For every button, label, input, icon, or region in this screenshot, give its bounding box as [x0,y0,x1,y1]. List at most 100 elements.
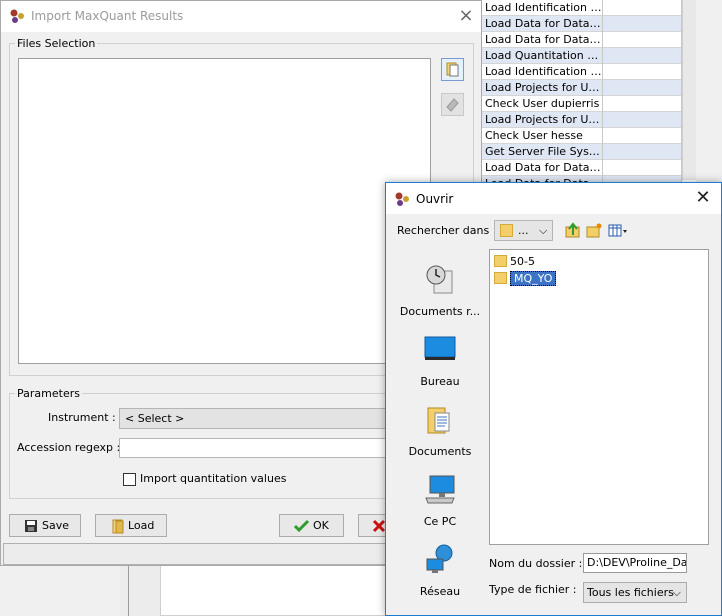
folder-name-label: Nom du dossier : [489,557,583,570]
accession-regexp-label: Accession regexp : [17,441,121,454]
task-name: Get Server File Syste... [482,144,603,160]
place-label: Ce PC [423,515,457,528]
instrument-label: Instrument : [48,411,116,424]
proline-logo-icon [10,9,24,23]
chevron-down-icon: ⌵ [539,224,548,237]
proline-logo-icon [395,192,409,206]
ok-label: OK [313,519,329,532]
chevron-down-icon: ⌵ [672,586,681,599]
place-label: Réseau [419,585,461,598]
task-row[interactable]: Load Identification Da... [482,0,682,16]
new-folder-icon[interactable] [586,222,602,239]
network-icon [426,544,453,573]
file-name: MQ_YO [510,271,557,286]
task-row[interactable]: Load Data for Datase... [482,160,682,176]
checkmark-icon [294,519,309,533]
task-name: Load Projects for Use... [482,112,603,128]
task-status [604,144,682,160]
task-row[interactable]: Get Server File Syste... [482,144,682,160]
load-label: Load [128,519,155,532]
import-quantitation-label: Import quantitation values [140,472,287,485]
view-menu-icon[interactable] [608,222,630,239]
task-status [604,96,682,112]
place-computer[interactable]: Ce PC [394,469,486,539]
cancel-icon [372,519,386,533]
documents-icon [427,407,450,434]
add-file-button[interactable] [441,58,464,81]
place-label: Documents r... [399,305,481,318]
task-name: Load Identification Da... [482,0,603,16]
dialog-title: Import MaxQuant Results [31,9,184,23]
task-status [604,160,682,176]
open-dialog-title-bar[interactable]: Ouvrir ✕ [386,183,721,214]
files-selection-label: Files Selection [15,37,98,50]
place-label: Documents [408,445,472,458]
folder-name-value: D:\DEV\Proline_Data [587,556,687,569]
accession-regexp-input[interactable] [119,438,391,458]
file-type-combo[interactable]: Tous les fichiers ⌵ [583,582,687,603]
files-list[interactable] [18,58,431,364]
task-list-scrollbar[interactable] [682,0,696,180]
open-dialog-title: Ouvrir [416,192,454,206]
load-button[interactable]: Load [95,514,167,537]
place-label: Bureau [420,375,460,388]
background-divider [128,560,129,616]
look-in-combo[interactable]: ... ⌵ [494,220,553,241]
save-button[interactable]: Save [9,514,81,537]
import-quantitation-checkbox[interactable] [123,473,136,486]
task-name: Check User dupierris [482,96,603,112]
background-margin [696,0,722,200]
task-row[interactable]: Load Quantitation Da... [482,48,682,64]
task-name: Load Data for Datase... [482,160,603,176]
task-row[interactable]: Check User hesse [482,128,682,144]
error-message-panel [160,558,386,616]
save-label: Save [42,519,70,532]
instrument-select-value: < Select > [125,412,185,425]
place-recent-documents[interactable]: Documents r... [394,259,486,329]
add-file-icon [446,62,459,77]
task-row[interactable]: Load Projects for Use... [482,112,682,128]
task-status [604,48,682,64]
task-row[interactable]: Load Data for Datase... [482,32,682,48]
task-row[interactable]: Load Projects for Use... [482,80,682,96]
place-documents[interactable]: Documents [394,399,486,469]
close-icon[interactable]: × [457,7,475,25]
file-item[interactable]: MQ_YO [492,271,557,287]
instrument-select[interactable]: < Select > [119,408,391,429]
task-status [604,80,682,96]
folder-icon [500,224,513,237]
dialog-title-bar[interactable]: Import MaxQuant Results × [1,1,481,32]
file-name: 50-5 [510,255,535,268]
task-name: Load Identification Da... [482,64,603,80]
task-name: Load Quantitation Da... [482,48,603,64]
ok-button[interactable]: OK [279,514,344,537]
task-name: Load Projects for Use... [482,80,603,96]
eraser-icon [446,98,459,112]
task-row[interactable]: Check User dupierris [482,96,682,112]
up-folder-icon[interactable] [565,222,581,239]
task-name: Check User hesse [482,128,603,144]
places-bar: Documents r... Bureau Documents Ce PC Ré… [394,249,486,599]
file-type-value: Tous les fichiers [587,586,674,599]
task-status [604,112,682,128]
place-network[interactable]: Réseau [394,539,486,609]
place-desktop[interactable]: Bureau [394,329,486,399]
task-status [604,128,682,144]
file-type-label: Type de fichier : [489,583,577,596]
look-in-label: Rechercher dans : [397,224,497,237]
task-row[interactable]: Load Data for Datase... [482,16,682,32]
task-name: Load Data for Datase... [482,32,603,48]
task-status [604,64,682,80]
remove-file-button[interactable] [441,93,464,116]
file-list[interactable]: 50-5 MQ_YO [489,249,709,545]
load-icon [112,519,124,534]
file-item[interactable]: 50-5 [492,254,535,270]
computer-icon [425,475,455,504]
recent-documents-icon [426,265,453,294]
folder-name-input[interactable]: D:\DEV\Proline_Data [583,553,687,573]
desktop-icon [424,336,456,360]
close-icon[interactable]: ✕ [693,188,713,208]
task-row[interactable]: Load Identification Da... [482,64,682,80]
task-status [604,32,682,48]
task-status [604,16,682,32]
